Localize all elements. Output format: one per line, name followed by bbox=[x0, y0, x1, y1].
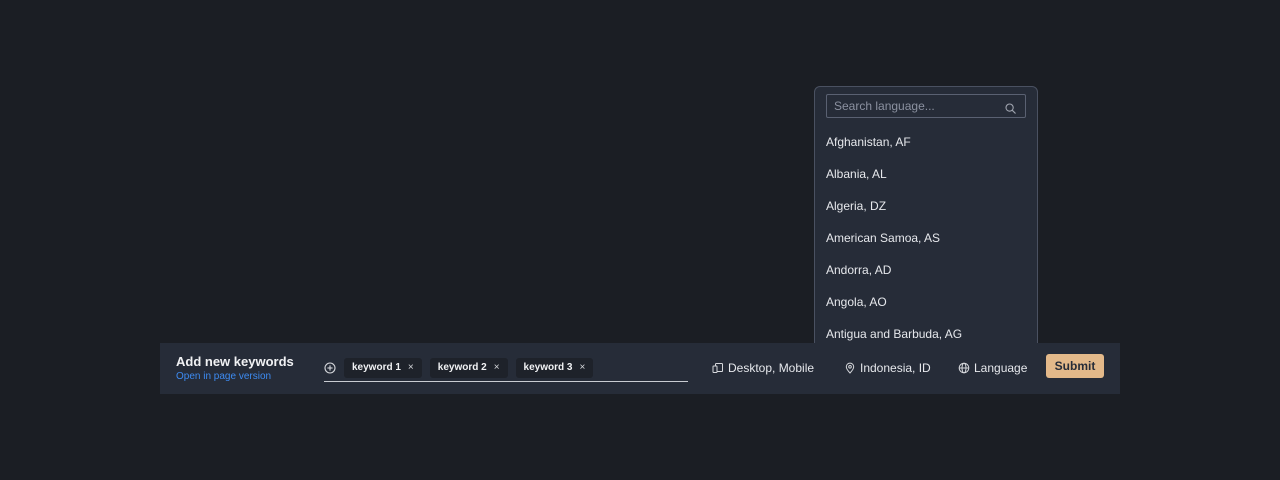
globe-icon bbox=[958, 362, 970, 374]
language-option[interactable]: Angola, AO bbox=[815, 286, 1037, 318]
remove-keyword-icon[interactable]: × bbox=[408, 362, 414, 373]
bar-title: Add new keywords bbox=[176, 354, 294, 369]
remove-keyword-icon[interactable]: × bbox=[494, 362, 500, 373]
bar-title-block: Add new keywords Open in page version bbox=[176, 354, 294, 384]
language-option[interactable]: Afghanistan, AF bbox=[815, 126, 1037, 158]
add-circle-icon[interactable] bbox=[324, 361, 336, 374]
country-selector-label: Indonesia, ID bbox=[860, 361, 931, 375]
language-dropdown: Afghanistan, AF Albania, AL Algeria, DZ … bbox=[814, 86, 1038, 350]
language-search-box[interactable] bbox=[826, 94, 1026, 118]
device-selector-label: Desktop, Mobile bbox=[728, 361, 815, 375]
language-option[interactable]: Andorra, AD bbox=[815, 254, 1037, 286]
remove-keyword-icon[interactable]: × bbox=[579, 362, 585, 373]
keyword-chip: keyword 3 × bbox=[515, 357, 594, 378]
language-option[interactable]: American Samoa, AS bbox=[815, 222, 1037, 254]
device-selector[interactable]: Desktop, Mobile bbox=[712, 358, 814, 378]
keyword-chip-label: keyword 3 bbox=[523, 362, 573, 373]
submit-button[interactable]: Submit bbox=[1046, 354, 1104, 378]
language-option[interactable]: Algeria, DZ bbox=[815, 190, 1037, 222]
location-pin-icon bbox=[845, 362, 855, 374]
keyword-input-field[interactable]: keyword 1 × keyword 2 × keyword 3 × bbox=[324, 354, 688, 382]
keyword-chip-label: keyword 2 bbox=[437, 362, 487, 373]
language-list: Afghanistan, AF Albania, AL Algeria, DZ … bbox=[815, 126, 1037, 349]
language-search-input[interactable] bbox=[827, 96, 997, 116]
device-icon bbox=[712, 363, 723, 373]
add-keywords-bar: Add new keywords Open in page version ke… bbox=[160, 343, 1120, 394]
keyword-chip: keyword 1 × bbox=[344, 357, 422, 378]
language-selector-label: Language bbox=[974, 361, 1028, 375]
keyword-chip: keyword 2 × bbox=[429, 357, 508, 378]
language-option[interactable]: Albania, AL bbox=[815, 158, 1037, 190]
search-icon bbox=[1005, 101, 1016, 114]
country-selector[interactable]: Indonesia, ID bbox=[844, 358, 931, 378]
keyword-chip-label: keyword 1 bbox=[352, 362, 401, 373]
open-page-version-link[interactable]: Open in page version bbox=[176, 370, 294, 384]
language-selector[interactable]: Language bbox=[958, 358, 1027, 378]
